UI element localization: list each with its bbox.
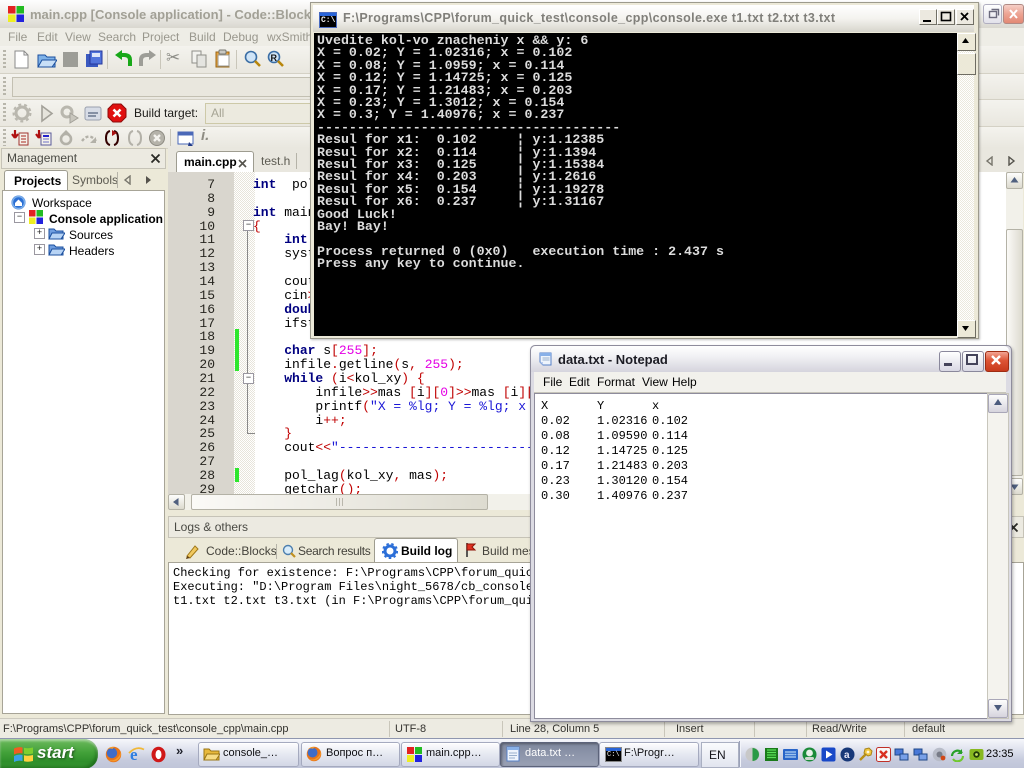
svg-text:a: a: [844, 750, 850, 761]
svg-text:R: R: [271, 53, 278, 63]
